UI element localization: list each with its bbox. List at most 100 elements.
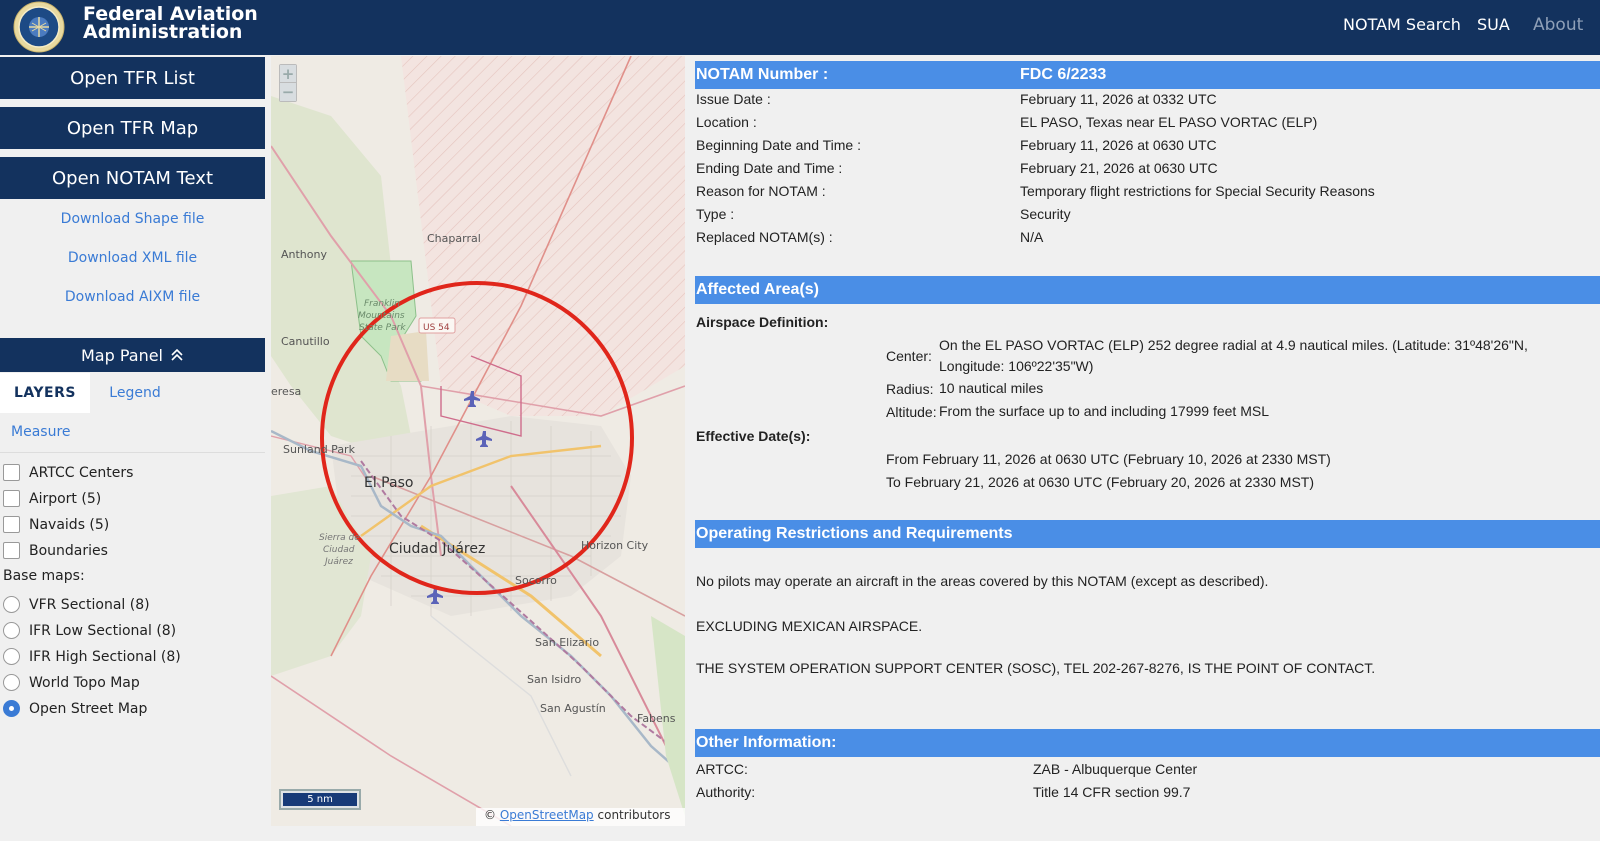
place-fabens: Fabens: [637, 712, 676, 725]
map-panel-toggle[interactable]: Map Panel: [0, 338, 265, 372]
basemap-radio[interactable]: [3, 648, 20, 665]
type-label: Type :: [696, 206, 735, 222]
other-information-title: Other Information:: [696, 734, 837, 751]
panel-divider: [0, 452, 265, 453]
replaced-value: N/A: [1020, 229, 1044, 245]
basemap-label: VFR Sectional (8): [29, 596, 150, 613]
effective-dates-label: Effective Date(s):: [696, 428, 811, 444]
layer-boundaries[interactable]: Boundaries: [3, 542, 108, 559]
open-notam-text-button[interactable]: Open NOTAM Text: [0, 157, 265, 199]
reason-label: Reason for NOTAM :: [696, 183, 826, 199]
authority-label: Authority:: [696, 784, 756, 800]
layer-label: Navaids (5): [29, 516, 110, 533]
map-canvas[interactable]: Chaparral Anthony Franklin Mountains Sta…: [271, 56, 685, 826]
chevron-up-icon: [171, 349, 183, 361]
place-anthony: Anthony: [281, 248, 327, 261]
ops-paragraph-1: No pilots may operate an aircraft in the…: [696, 573, 1269, 589]
place-franklin: Franklin: [364, 299, 400, 309]
place-san-isidro: San Isidro: [527, 673, 581, 686]
download-shape-link[interactable]: Download Shape file: [0, 211, 265, 227]
map-attribution: © OpenStreetMap contributors: [476, 808, 685, 826]
place-chaparral: Chaparral: [427, 232, 481, 245]
faa-seal-logo[interactable]: [10, 1, 68, 53]
center-value-line2: Longitude: 106º22'35"W): [939, 358, 1094, 374]
affected-areas-title: Affected Area(s): [696, 281, 819, 298]
attribution-suffix: contributors: [597, 808, 671, 822]
place-san-elizario: San Elizario: [535, 636, 599, 649]
nav-sua[interactable]: SUA: [1477, 15, 1510, 34]
nav-notam-search[interactable]: NOTAM Search: [1343, 15, 1461, 34]
basemap-world-topo[interactable]: World Topo Map: [3, 674, 140, 691]
layer-checkbox[interactable]: [3, 464, 20, 481]
effective-from: From February 11, 2026 at 0630 UTC (Febr…: [886, 451, 1331, 467]
layer-checkbox[interactable]: [3, 542, 20, 559]
reason-value: Temporary flight restrictions for Specia…: [1020, 183, 1375, 199]
place-sierra: Sierra de: [319, 533, 360, 543]
replaced-label: Replaced NOTAM(s) :: [696, 229, 833, 245]
place-el-paso: El Paso: [364, 475, 413, 491]
tab-legend[interactable]: Legend: [90, 373, 180, 413]
layer-label: Boundaries: [29, 542, 108, 559]
effective-to: To February 21, 2026 at 0630 UTC (Februa…: [886, 474, 1315, 490]
notam-details: NOTAM Number : FDC 6/2233 Issue Date : F…: [695, 56, 1600, 841]
begin-date-value: February 11, 2026 at 0630 UTC: [1020, 137, 1217, 153]
open-tfr-list-button[interactable]: Open TFR List: [0, 57, 265, 99]
agency-name[interactable]: Federal Aviation Administration: [83, 5, 258, 43]
operating-restrictions-title: Operating Restrictions and Requirements: [696, 525, 1013, 542]
layer-airport[interactable]: Airport (5): [3, 490, 101, 507]
tfr-map[interactable]: Chaparral Anthony Franklin Mountains Sta…: [271, 56, 685, 826]
location-value: EL PASO, Texas near EL PASO VORTAC (ELP): [1020, 114, 1318, 130]
place-franklin: State Park: [359, 323, 406, 333]
place-canutillo: Canutillo: [281, 335, 330, 348]
basemap-open-street-map[interactable]: Open Street Map: [3, 700, 147, 717]
top-header: Federal Aviation Administration NOTAM Se…: [0, 0, 1600, 55]
operating-restrictions-header: Operating Restrictions and Requirements: [695, 520, 1600, 548]
download-aixm-link[interactable]: Download AIXM file: [0, 289, 265, 305]
basemap-label: Open Street Map: [29, 700, 148, 717]
basemap-label: IFR Low Sectional (8): [29, 622, 177, 639]
place-ciudad-juarez: Ciudad Juárez: [389, 541, 485, 557]
radius-label: Radius:: [886, 381, 934, 397]
authority-value: Title 14 CFR section 99.7: [1033, 784, 1191, 800]
basemap-radio-selected[interactable]: [3, 700, 20, 717]
tab-measure[interactable]: Measure: [11, 424, 71, 440]
basemap-label: World Topo Map: [29, 674, 140, 691]
basemap-vfr-sectional[interactable]: VFR Sectional (8): [3, 596, 150, 613]
place-us54: US 54: [423, 323, 450, 333]
airspace-definition-label: Airspace Definition:: [696, 314, 829, 330]
panel-splitter[interactable]: [686, 56, 692, 826]
map-panel-label: Map Panel: [80, 345, 163, 365]
zoom-control: + −: [279, 64, 297, 102]
layer-checkbox[interactable]: [3, 516, 20, 533]
basemap-radio[interactable]: [3, 596, 20, 613]
layer-checkbox[interactable]: [3, 490, 20, 507]
attribution-prefix: ©: [484, 808, 496, 822]
center-label: Center:: [886, 348, 932, 364]
ops-paragraph-3: THE SYSTEM OPERATION SUPPORT CENTER (SOS…: [696, 660, 1376, 676]
basemap-ifr-low[interactable]: IFR Low Sectional (8): [3, 622, 176, 639]
layer-artcc-centers[interactable]: ARTCC Centers: [3, 464, 133, 481]
basemap-label: IFR High Sectional (8): [29, 648, 181, 665]
artcc-value: ZAB - Albuquerque Center: [1033, 761, 1198, 777]
tab-layers[interactable]: LAYERS: [0, 373, 90, 413]
layer-navaids[interactable]: Navaids (5): [3, 516, 109, 533]
zoom-in-button[interactable]: +: [280, 65, 296, 83]
end-date-label: Ending Date and Time :: [696, 160, 843, 176]
agency-name-line2: Administration: [83, 21, 243, 43]
left-sidebar: Open TFR List Open TFR Map Open NOTAM Te…: [0, 55, 266, 841]
place-franklin: Mountains: [358, 311, 405, 321]
place-sierra: Juárez: [323, 557, 353, 567]
nav-about[interactable]: About: [1533, 15, 1583, 35]
center-value-line1: On the EL PASO VORTAC (ELP) 252 degree r…: [939, 337, 1528, 353]
basemap-ifr-high[interactable]: IFR High Sectional (8): [3, 648, 181, 665]
affected-areas-header: Affected Area(s): [695, 276, 1600, 304]
download-xml-link[interactable]: Download XML file: [0, 250, 265, 266]
scale-bar-label: 5 nm: [283, 793, 357, 806]
basemap-radio[interactable]: [3, 622, 20, 639]
zoom-out-button[interactable]: −: [280, 83, 296, 101]
openstreetmap-link[interactable]: OpenStreetMap: [500, 808, 594, 822]
location-label: Location :: [696, 114, 757, 130]
open-tfr-map-button[interactable]: Open TFR Map: [0, 107, 265, 149]
layer-label: ARTCC Centers: [29, 464, 134, 481]
basemap-radio[interactable]: [3, 674, 20, 691]
